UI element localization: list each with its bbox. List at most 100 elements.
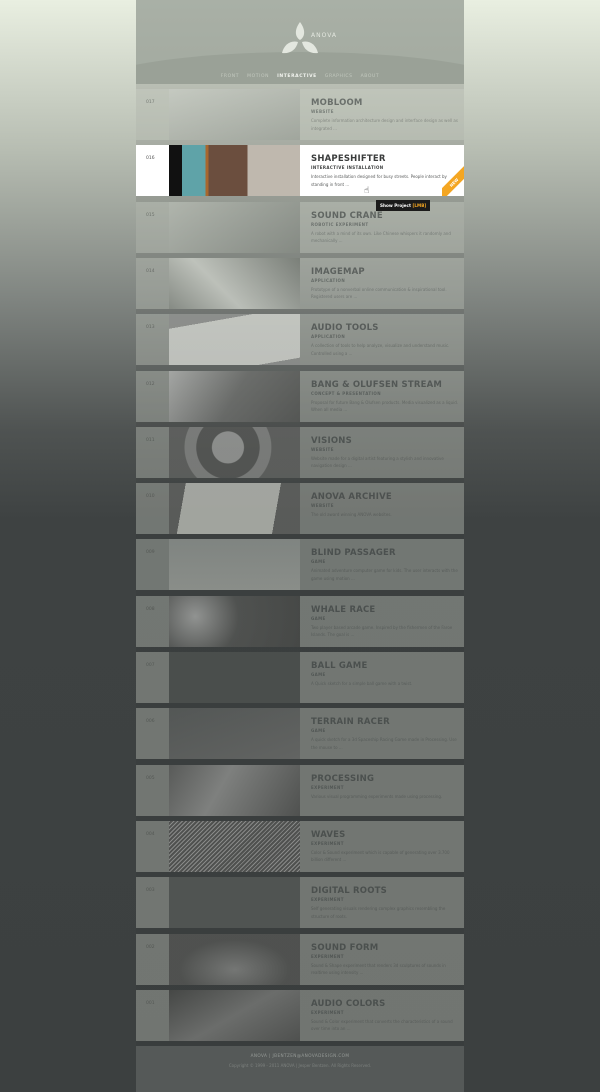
project-description: Prototype of a nonverbal online communic… (311, 286, 447, 300)
nav-item-graphics[interactable]: GRAPHICS (325, 74, 353, 79)
project-number: 013 (146, 325, 155, 331)
project-row[interactable]: 006 TERRAIN RACER GAME A quick sketch fo… (136, 708, 464, 760)
project-title[interactable]: SOUND CRANE (311, 211, 459, 221)
header: ANOVA FRONT MOTION INTERACTIVE GRAPHICS ABOU… (136, 0, 464, 84)
project-row[interactable]: 013 AUDIO TOOLS APPLICATION A collection… (136, 314, 464, 366)
project-number: 016 (146, 156, 155, 162)
project-title[interactable]: AUDIO TOOLS (311, 323, 459, 333)
project-number: 004 (146, 831, 155, 837)
project-row[interactable]: 009 BLIND PASSAGER GAME Animated adventu… (136, 539, 464, 591)
project-row[interactable]: 012 BANG & OLUFSEN STREAM CONCEPT & PRES… (136, 370, 464, 422)
project-description: Complete information architecture design… (311, 118, 458, 131)
project-row[interactable]: 010 ANOVA ARCHIVE WEBSITE The old award … (136, 483, 464, 535)
project-thumbnail[interactable] (169, 764, 300, 816)
project-thumbnail[interactable] (169, 145, 300, 197)
project-description: Sound & Shape experiment that renders 3d… (311, 962, 446, 976)
project-description: Two player based arcade game. Inspired b… (311, 624, 453, 638)
project-number: 006 (146, 719, 155, 725)
nav-item-about[interactable]: ABOUT (361, 74, 380, 79)
footer: ANOVA | JBENTZEN@ANOVADESIGN.COM Copyrig… (136, 1046, 464, 1092)
project-title[interactable]: AUDIO COLORS (311, 999, 459, 1009)
project-thumbnail[interactable] (169, 370, 300, 422)
project-title[interactable]: PROCESSING (311, 774, 459, 784)
project-row[interactable]: 014 IMAGEMAP APPLICATION Prototype of a … (136, 257, 464, 309)
project-thumbnail[interactable] (169, 314, 300, 366)
project-thumbnail[interactable] (169, 989, 300, 1041)
project-category: WEBSITE (311, 503, 334, 509)
project-thumbnail[interactable] (169, 426, 300, 478)
project-thumbnail[interactable] (169, 708, 300, 760)
project-row[interactable]: 016 SHAPESHIFTER INTERACTIVE INSTALLATIO… (136, 145, 464, 197)
project-number: 008 (146, 606, 155, 612)
project-category: EXPERIMENT (311, 840, 344, 846)
project-row[interactable]: 007 BALL GAME GAME A Quick sketch for a … (136, 652, 464, 703)
project-title[interactable]: BLIND PASSAGER (311, 548, 459, 558)
nav-item-front[interactable]: FRONT (221, 74, 239, 79)
project-row[interactable]: 005 PROCESSING EXPERIMENT Various visual… (136, 764, 464, 816)
project-category: WEBSITE (311, 446, 334, 452)
project-number: 015 (146, 212, 155, 218)
project-row[interactable]: 002 SOUND FORM EXPERIMENT Sound & Shape … (136, 933, 464, 985)
project-title[interactable]: TERRAIN RACER (311, 717, 459, 727)
project-category: EXPERIMENT (311, 953, 344, 959)
project-description: A collection of tools to help analyze, v… (311, 343, 450, 356)
project-number: 003 (146, 888, 155, 894)
project-number: 001 (146, 1000, 155, 1006)
project-description: Sound & Color experiment that converts t… (311, 1018, 453, 1032)
project-thumbnail[interactable] (169, 933, 300, 985)
project-title[interactable]: DIGITAL ROOTS (311, 886, 459, 896)
project-row[interactable]: 008 WHALE RACE GAME Two player based arc… (136, 595, 464, 647)
nav-item-motion[interactable]: MOTION (247, 74, 269, 79)
project-title[interactable]: SOUND FORM (311, 943, 459, 953)
project-category: INTERACTIVE INSTALLATION (311, 165, 384, 171)
project-title[interactable]: BALL GAME (311, 661, 459, 671)
project-thumbnail[interactable] (169, 877, 300, 929)
project-thumbnail[interactable] (169, 201, 300, 253)
project-description: Self generating visuals rendering comple… (311, 906, 446, 919)
project-row[interactable]: 017 MOBLOOM WEBSITE Complete information… (136, 89, 464, 140)
project-title[interactable]: WAVES (311, 830, 459, 840)
project-thumbnail[interactable] (169, 539, 300, 591)
project-row[interactable]: 004 WAVES EXPERIMENT Color & Sound exper… (136, 820, 464, 872)
project-number: 010 (146, 494, 155, 500)
nav-item-interactive[interactable]: INTERACTIVE (277, 74, 317, 79)
project-thumbnail[interactable] (169, 595, 300, 647)
project-row[interactable]: 003 DIGITAL ROOTS EXPERIMENT Self genera… (136, 877, 464, 929)
project-number: 017 (146, 100, 155, 105)
project-title[interactable]: ANOVA ARCHIVE (311, 492, 459, 502)
project-description: A robot with a mind of its own. Like Chi… (311, 230, 451, 244)
project-category: GAME (311, 728, 326, 734)
project-category: APPLICATION (311, 277, 346, 283)
project-title[interactable]: SHAPESHIFTER (311, 154, 459, 164)
project-category: ROBOTIC EXPERIMENT (311, 221, 369, 227)
project-description: Interactive installation designed for bu… (311, 174, 447, 187)
project-description: Color & Sound experiment which is capabl… (311, 849, 450, 863)
project-category: GAME (311, 615, 326, 621)
project-thumbnail[interactable] (169, 483, 300, 535)
project-description: The old award winning ANOVA websites. (311, 512, 392, 518)
footer-contact[interactable]: ANOVA | JBENTZEN@ANOVADESIGN.COM (136, 1053, 464, 1058)
project-thumbnail[interactable] (169, 257, 300, 309)
project-category: EXPERIMENT (311, 784, 344, 790)
project-title[interactable]: MOBLOOM (311, 98, 459, 108)
project-row[interactable]: 011 VISIONS WEBSITE Website made for a d… (136, 426, 464, 478)
project-category: WEBSITE (311, 109, 334, 114)
project-thumbnail[interactable] (169, 89, 300, 140)
main-nav: FRONT MOTION INTERACTIVE GRAPHICS ABOUT (136, 74, 464, 79)
project-title[interactable]: BANG & OLUFSEN STREAM (311, 380, 459, 390)
project-thumbnail[interactable] (169, 652, 300, 703)
project-category: GAME (311, 559, 326, 565)
project-title[interactable]: WHALE RACE (311, 605, 459, 615)
project-thumbnail[interactable] (169, 820, 300, 872)
project-description: Website made for a digital artist featur… (311, 455, 444, 469)
project-title[interactable]: VISIONS (311, 436, 459, 446)
project-number: 005 (146, 775, 155, 781)
project-number: 002 (146, 944, 155, 950)
project-title[interactable]: IMAGEMAP (311, 267, 459, 277)
project-category: EXPERIMENT (311, 897, 344, 903)
project-number: 012 (146, 381, 155, 387)
project-category: GAME (311, 672, 326, 677)
project-description: A Quick sketch for a simple ball game wi… (311, 681, 413, 686)
project-row[interactable]: 001 AUDIO COLORS EXPERIMENT Sound & Colo… (136, 989, 464, 1041)
footer-copyright: Copyright © 1999 - 2011 ANOVA | Jesper B… (228, 1063, 372, 1068)
